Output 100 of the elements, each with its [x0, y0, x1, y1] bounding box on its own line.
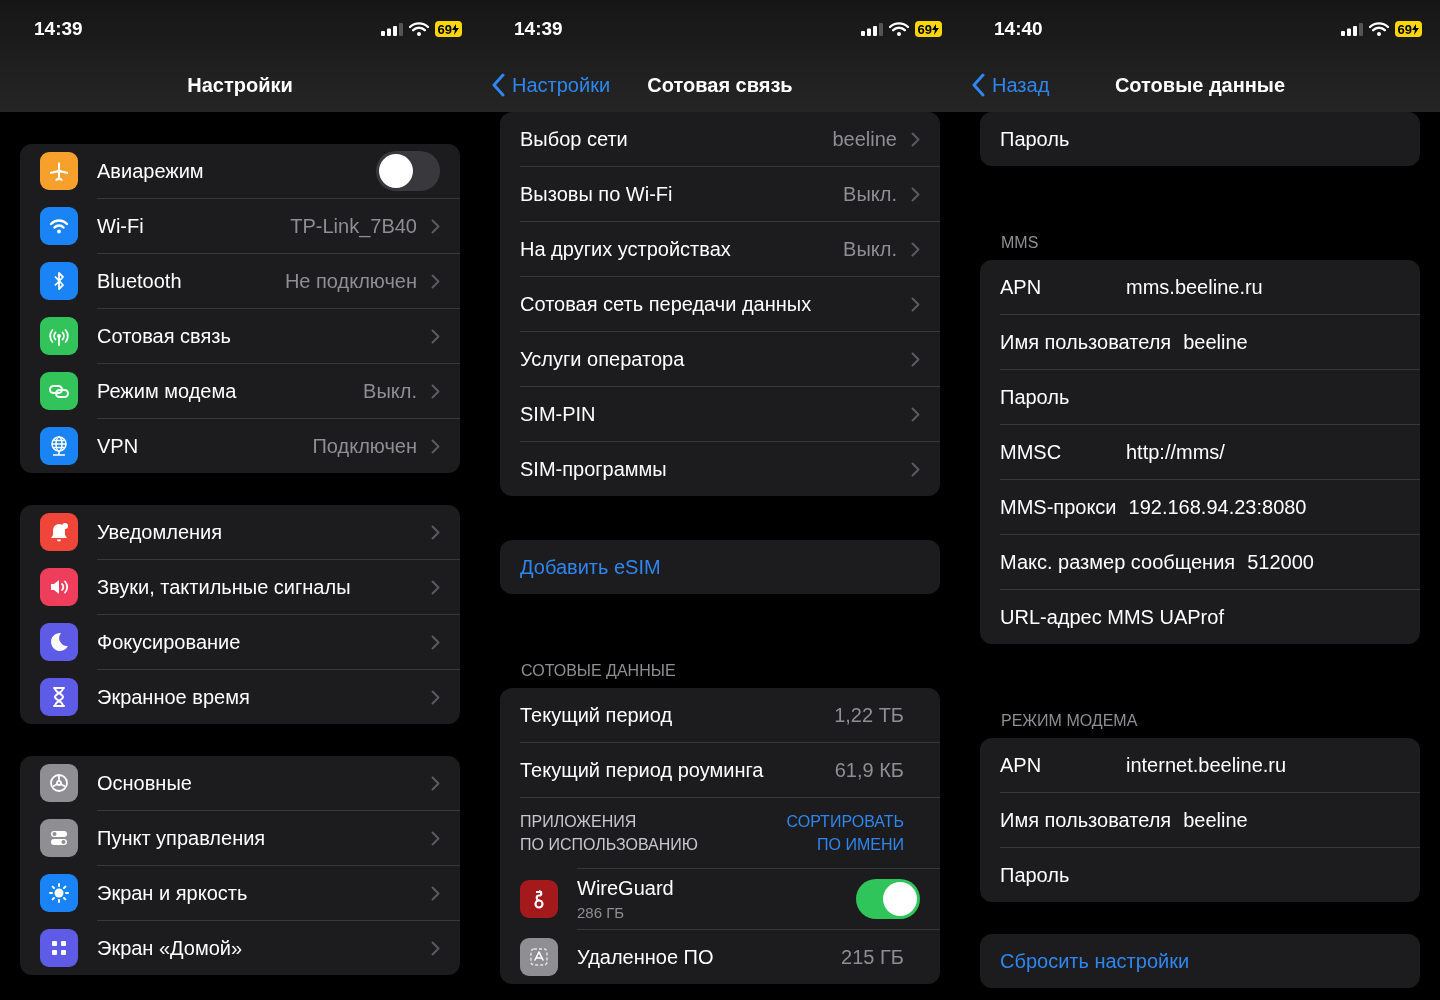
row-value: Выкл.: [363, 379, 417, 403]
row-label: Выбор сети: [520, 127, 629, 151]
section-header: MMS: [1000, 233, 1040, 253]
row-label: SIM-программы: [520, 457, 668, 481]
row-label: Текущий период: [520, 703, 674, 727]
app-usage: 286 ГБ: [577, 904, 626, 921]
row-value: TP-Link_7B40: [290, 214, 417, 238]
field-label: Пароль: [1000, 863, 1071, 887]
field-value[interactable]: beeline: [1183, 808, 1248, 832]
row-label: Основные: [97, 771, 193, 795]
chevron-icon: [431, 524, 440, 540]
battery-percent: 69: [1397, 21, 1412, 37]
field-label: URL-адрес MMS UAProf: [1000, 605, 1224, 629]
field-value[interactable]: 512000: [1247, 550, 1314, 574]
row-value: beeline: [832, 127, 897, 151]
toggle-switch[interactable]: [856, 879, 920, 919]
field-label: Имя пользователя: [1000, 330, 1172, 354]
row-label: Вызовы по Wi-Fi: [520, 182, 674, 206]
page-title: Сотовые данные: [1114, 73, 1286, 97]
row-label: Пункт управления: [97, 826, 267, 850]
field-value[interactable]: beeline: [1183, 330, 1248, 354]
chevron-icon: [431, 830, 440, 846]
row-value: Выкл.: [843, 182, 897, 206]
row-label: VPN: [97, 434, 140, 458]
field-label: Макс. размер сообщения: [1000, 550, 1236, 574]
chevron-icon: [431, 940, 440, 956]
sort-link[interactable]: СОРТИРОВАТЬ ПО ИМЕНИ: [786, 810, 904, 856]
field-label: Пароль: [1000, 385, 1071, 409]
row-label: Bluetooth: [97, 269, 183, 293]
row-value: 1,22 ТБ: [834, 703, 904, 727]
chevron-icon: [911, 241, 920, 257]
bolt-icon: [932, 23, 939, 35]
row-label: Экран и яркость: [97, 881, 249, 905]
chevron-icon: [911, 461, 920, 477]
row-label: Авиарежим: [97, 159, 205, 183]
row-value: Не подключен: [284, 269, 417, 293]
page-title: Настройки: [187, 73, 293, 97]
row-value: 215 ГБ: [841, 945, 904, 969]
row-label: Экран «Домой»: [97, 936, 244, 960]
row-label: Сотовая связь: [97, 324, 232, 348]
section-header: РЕЖИМ МОДЕМА: [1000, 711, 1139, 731]
chevron-icon: [431, 579, 440, 595]
action-link[interactable]: Добавить eSIM: [520, 555, 920, 579]
bolt-icon: [1412, 23, 1419, 35]
toggle-switch[interactable]: [376, 151, 440, 191]
row-label: Текущий период роуминга: [520, 758, 765, 782]
chevron-icon: [431, 438, 440, 454]
chevron-icon: [431, 775, 440, 791]
field-value[interactable]: http://mms/: [1126, 440, 1225, 464]
chevron-icon: [431, 273, 440, 289]
row-value: Подключен: [312, 434, 417, 458]
chevron-icon: [431, 634, 440, 650]
chevron-icon: [911, 406, 920, 422]
field-label: Пароль: [1000, 127, 1071, 151]
chevron-icon: [431, 328, 440, 344]
status-time: 14:40: [994, 18, 1044, 40]
row-label: Услуги оператора: [520, 347, 686, 371]
row-label: Wi-Fi: [97, 214, 145, 238]
list-caption: ПРИЛОЖЕНИЯ ПО ИСПОЛЬЗОВАНИЮ: [520, 812, 698, 855]
row-label: SIM-PIN: [520, 402, 597, 426]
row-label: Сотовая сеть передачи данных: [520, 292, 813, 316]
chevron-icon: [911, 296, 920, 312]
action-link[interactable]: Сбросить настройки: [1000, 949, 1400, 973]
row-label: Звуки, тактильные сигналы: [97, 575, 352, 599]
back-link[interactable]: Настройки: [492, 73, 611, 97]
signal-icon: [1340, 22, 1363, 36]
chevron-icon: [431, 885, 440, 901]
row-value: 61,9 КБ: [834, 758, 904, 782]
signal-icon: [380, 22, 403, 36]
field-label: MMS-прокси: [1000, 495, 1117, 519]
back-link[interactable]: Назад: [972, 73, 1050, 97]
field-label: APN: [1000, 275, 1043, 299]
field-value[interactable]: 192.168.94.23:8080: [1128, 495, 1307, 519]
row-value: Выкл.: [843, 237, 897, 261]
wifi-icon: [1368, 22, 1389, 36]
chevron-icon: [911, 351, 920, 367]
row-label: Экранное время: [97, 685, 251, 709]
row-label: Режим модема: [97, 379, 238, 403]
bolt-icon: [452, 23, 459, 35]
chevron-icon: [911, 186, 920, 202]
status-time: 14:39: [514, 18, 564, 40]
back-chevron-icon: [492, 73, 506, 97]
wifi-icon: [408, 22, 429, 36]
chevron-icon: [431, 218, 440, 234]
row-label: Фокусирование: [97, 630, 242, 654]
row-label: Уведомления: [97, 520, 224, 544]
field-value[interactable]: internet.beeline.ru: [1126, 753, 1287, 777]
field-value[interactable]: mms.beeline.ru: [1126, 275, 1263, 299]
status-time: 14:39: [34, 18, 84, 40]
signal-icon: [860, 22, 883, 36]
row-label: На других устройствах: [520, 237, 732, 261]
app-name: WireGuard: [577, 877, 675, 900]
wifi-icon: [888, 22, 909, 36]
back-chevron-icon: [972, 73, 986, 97]
battery-percent: 69: [917, 21, 932, 37]
battery-percent: 69: [437, 21, 452, 37]
field-label: MMSC: [1000, 440, 1063, 464]
field-label: Имя пользователя: [1000, 808, 1172, 832]
chevron-icon: [911, 131, 920, 147]
section-header: СОТОВЫЕ ДАННЫЕ: [520, 661, 677, 681]
